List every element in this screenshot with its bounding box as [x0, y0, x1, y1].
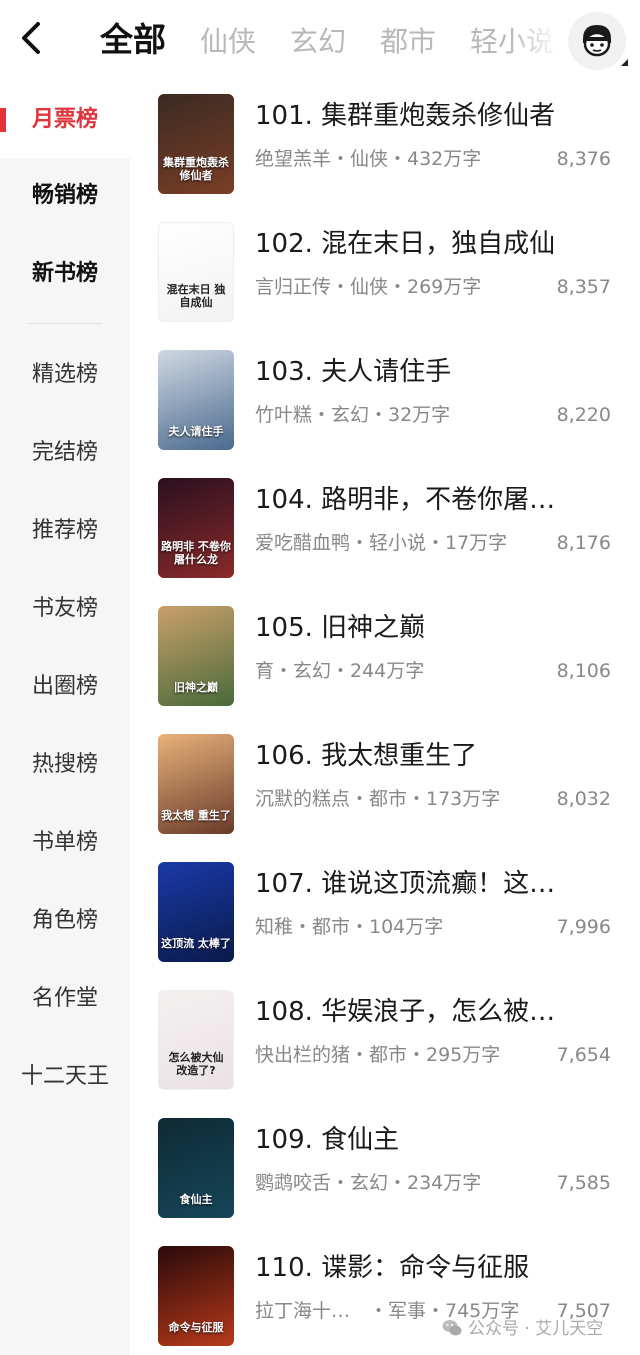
sidebar-item-twelve-kings[interactable]: 十二天王 — [0, 1039, 130, 1115]
book-cover: 混在末日 独自成仙 — [158, 222, 234, 322]
cover-title-text: 我太想 重生了 — [161, 809, 231, 822]
sidebar-item-hot-search[interactable]: 热搜榜 — [0, 727, 130, 803]
book-meta: 言归正传・仙侠・269万字 — [255, 276, 482, 298]
sidebar-item-book-list[interactable]: 书单榜 — [0, 805, 130, 881]
book-cover: 食仙主 — [158, 1118, 234, 1218]
book-title: 102. 混在末日，独自成仙 — [255, 229, 556, 259]
sidebar-item-characters[interactable]: 角色榜 — [0, 883, 130, 959]
watermark-text: 公众号 · 艾儿天空 — [468, 1319, 604, 1339]
book-row[interactable]: 旧神之巅 105. 旧神之巅 育・玄幻・244万字 8,106 — [130, 594, 640, 722]
book-meta: 快出栏的猪・都市・295万字 — [255, 1044, 501, 1066]
sidebar-item-reader-friends[interactable]: 书友榜 — [0, 571, 130, 647]
book-title: 106. 我太想重生了 — [255, 741, 478, 771]
book-ticket-count: 8,357 — [556, 276, 611, 298]
book-title: 103. 夫人请住手 — [255, 357, 452, 387]
book-row[interactable]: 怎么被大仙 改造了? 108. 华娱浪子，怎么被… 快出栏的猪・都市・295万字… — [130, 978, 640, 1106]
book-ticket-count: 8,176 — [556, 532, 611, 554]
book-meta: 绝望羔羊・仙侠・432万字 — [255, 148, 482, 170]
cover-title-text: 这顶流 太棒了 — [161, 937, 231, 950]
book-meta: 竹叶糕・玄幻・32万字 — [255, 404, 451, 426]
tab-dushi[interactable]: 都市 — [380, 16, 436, 68]
book-row[interactable]: 食仙主 109. 食仙主 鹦鹉咬舌・玄幻・234万字 7,585 — [130, 1106, 640, 1234]
book-cover: 路明非 不卷你屠什么龙 — [158, 478, 234, 578]
book-ticket-count: 7,996 — [556, 916, 611, 938]
tab-all[interactable]: 全部 — [100, 14, 166, 66]
book-meta: 爱吃醋血鸭・轻小说・17万字 — [255, 532, 508, 554]
cover-title-text: 夫人请住手 — [168, 425, 224, 438]
top-bar: 全部仙侠玄幻都市轻小说 — [0, 0, 640, 82]
sidebar-item-hall-of-fame[interactable]: 名作堂 — [0, 961, 130, 1037]
book-cover: 这顶流 太棒了 — [158, 862, 234, 962]
book-ticket-count: 8,376 — [556, 148, 611, 170]
book-meta: 知稚・都市・104万字 — [255, 916, 444, 938]
watermark: 公众号 · 艾儿天空 — [442, 1314, 603, 1339]
book-cover: 命令与征服 — [158, 1246, 234, 1346]
book-title: 108. 华娱浪子，怎么被… — [255, 997, 556, 1027]
book-ticket-count: 7,585 — [556, 1172, 611, 1194]
book-ticket-count: 8,032 — [556, 788, 611, 810]
chevron-left-icon — [22, 22, 40, 54]
sidebar-divider — [28, 323, 102, 324]
book-title: 101. 集群重炮轰杀修仙者 — [255, 101, 556, 131]
sidebar-item-bestseller[interactable]: 畅销榜 — [0, 158, 130, 234]
book-cover: 我太想 重生了 — [158, 734, 234, 834]
book-meta: 鹦鹉咬舌・玄幻・234万字 — [255, 1172, 482, 1194]
cover-title-text: 旧神之巅 — [174, 681, 218, 694]
book-cover: 集群重炮轰杀修仙者 — [158, 94, 234, 194]
sidebar-item-breakout[interactable]: 出圈榜 — [0, 649, 130, 725]
tab-xuanhuan[interactable]: 玄幻 — [290, 16, 346, 68]
cover-title-text: 食仙主 — [179, 1193, 213, 1206]
book-meta: 沉默的糕点・都市・173万字 — [255, 788, 501, 810]
book-meta: 育・玄幻・244万字 — [255, 660, 425, 682]
book-row[interactable]: 混在末日 独自成仙 102. 混在末日，独自成仙 言归正传・仙侠・269万字 8… — [130, 210, 640, 338]
book-cover: 旧神之巅 — [158, 606, 234, 706]
cover-title-text: 混在末日 独自成仙 — [166, 283, 226, 309]
wechat-icon — [442, 1319, 462, 1337]
tab-xianxia[interactable]: 仙侠 — [200, 16, 256, 68]
book-row[interactable]: 集群重炮轰杀修仙者 101. 集群重炮轰杀修仙者 绝望羔羊・仙侠・432万字 8… — [130, 82, 640, 210]
back-button[interactable] — [14, 18, 48, 58]
book-ticket-count: 7,654 — [556, 1044, 611, 1066]
book-title: 110. 谍影：命令与征服 — [255, 1253, 530, 1283]
book-ranking-list: 集群重炮轰杀修仙者 101. 集群重炮轰杀修仙者 绝望羔羊・仙侠・432万字 8… — [130, 82, 640, 1355]
tabs-fade — [510, 14, 560, 70]
cover-title-text: 命令与征服 — [168, 1321, 224, 1334]
sidebar-item-featured[interactable]: 精选榜 — [0, 337, 130, 413]
avatar-caret-icon — [621, 59, 628, 66]
user-avatar-button[interactable] — [568, 12, 628, 70]
sidebar-item-recommended[interactable]: 推荐榜 — [0, 493, 130, 569]
book-row[interactable]: 路明非 不卷你屠什么龙 104. 路明非，不卷你屠… 爱吃醋血鸭・轻小说・17万… — [130, 466, 640, 594]
book-cover: 怎么被大仙 改造了? — [158, 990, 234, 1090]
book-row[interactable]: 这顶流 太棒了 107. 谁说这顶流癫！这… 知稚・都市・104万字 7,996 — [130, 850, 640, 978]
sidebar-item-new-books[interactable]: 新书榜 — [0, 236, 130, 312]
sidebar-item-monthly-ticket[interactable]: 月票榜 — [0, 82, 130, 158]
book-title: 104. 路明非，不卷你屠… — [255, 485, 556, 515]
book-title: 109. 食仙主 — [255, 1125, 400, 1155]
book-title: 107. 谁说这顶流癫！这… — [255, 869, 556, 899]
ranking-sidebar: 月票榜 畅销榜 新书榜 精选榜 完结榜 推荐榜 书友榜 出圈榜 热搜榜 书单榜 … — [0, 82, 130, 1355]
user-avatar-icon — [583, 25, 611, 57]
book-row[interactable]: 我太想 重生了 106. 我太想重生了 沉默的糕点・都市・173万字 8,032 — [130, 722, 640, 850]
cover-title-text: 集群重炮轰杀修仙者 — [163, 156, 229, 182]
category-tabs: 全部仙侠玄幻都市轻小说 — [100, 14, 560, 70]
cover-title-text: 怎么被大仙 改造了? — [168, 1051, 224, 1077]
book-ticket-count: 8,220 — [556, 404, 611, 426]
book-row[interactable]: 夫人请住手 103. 夫人请住手 竹叶糕・玄幻・32万字 8,220 — [130, 338, 640, 466]
book-ticket-count: 8,106 — [556, 660, 611, 682]
book-cover: 夫人请住手 — [158, 350, 234, 450]
book-title: 105. 旧神之巅 — [255, 613, 426, 643]
sidebar-item-completed[interactable]: 完结榜 — [0, 415, 130, 491]
cover-title-text: 路明非 不卷你屠什么龙 — [161, 540, 231, 566]
